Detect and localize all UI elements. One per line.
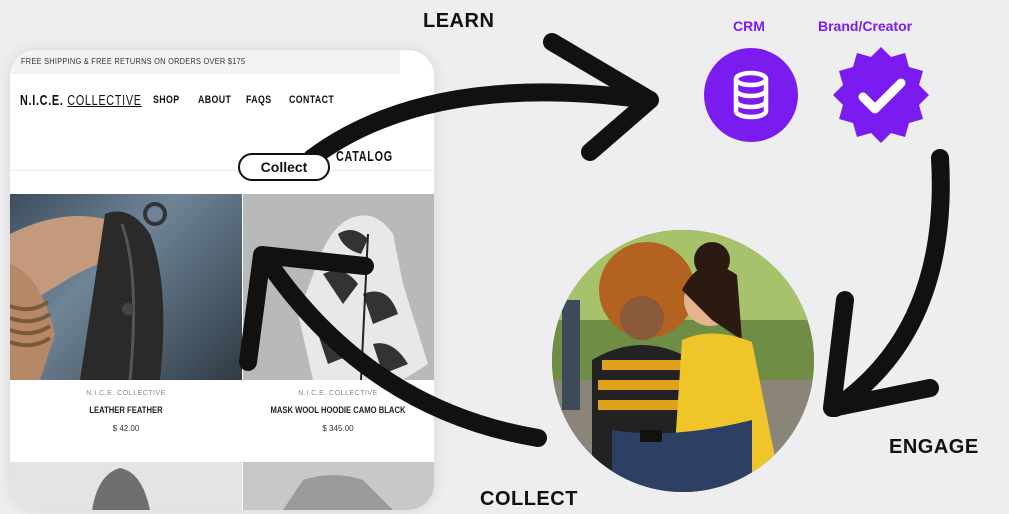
flow-arrows <box>239 33 950 447</box>
collect-arrow-shaft <box>259 253 547 447</box>
engage-arrow-shaft <box>826 149 950 417</box>
collect-button[interactable]: Collect <box>238 153 330 181</box>
